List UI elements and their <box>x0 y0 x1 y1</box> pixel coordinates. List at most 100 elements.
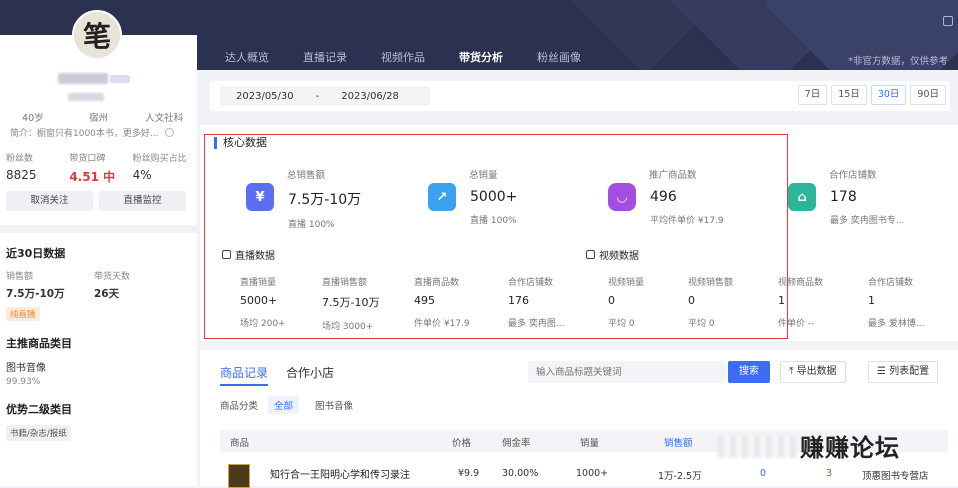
main-tabs: 达人概览 直播记录 视频作品 带货分析 粉丝画像 <box>225 49 615 70</box>
kpi-sub: 直播 100% <box>470 216 517 226</box>
core-title: 核心数据 <box>214 137 267 149</box>
live-monitor-button[interactable]: 直播监控 <box>99 191 186 211</box>
kpi-value: 178 <box>830 189 857 205</box>
tab-live-records[interactable]: 直播记录 <box>303 49 347 70</box>
tab-videos[interactable]: 视频作品 <box>381 49 425 70</box>
live-icon <box>222 250 231 259</box>
unofficial-note: *非官方数据，仅供参考 <box>848 56 948 67</box>
days-label: 带货天数 <box>94 272 131 282</box>
kpi-partner-shops: ⌂ 合作店铺数 178 最多 奕冉图书专... <box>788 167 904 226</box>
video-metric: 视频销售额 0 平均 0 <box>688 275 733 329</box>
avatar[interactable]: 笔 <box>72 10 122 60</box>
export-label: 导出数据 <box>796 366 837 377</box>
date-separator: - <box>315 90 320 102</box>
live-metric: 直播销量 5000+ 场均 200+ <box>240 275 286 329</box>
kpi-sub: 直播 100% <box>288 220 335 230</box>
yen-icon: ¥ <box>246 183 274 211</box>
stat-value: 4.51 中 <box>69 170 116 184</box>
info-icon[interactable] <box>164 128 174 137</box>
tab-partner-shops[interactable]: 合作小店 <box>286 364 334 386</box>
kpi-value: 496 <box>650 189 677 205</box>
date-start: 2023/05/30 <box>236 90 294 102</box>
live-metric: 合作店铺数 176 最多 奕冉图... <box>508 275 564 329</box>
range-15d[interactable]: 15日 <box>831 85 867 105</box>
product-revenue: 1万-2.5万 <box>658 471 702 482</box>
bag-icon: ◡ <box>608 183 636 211</box>
metric-label: 视频销量 <box>608 278 645 288</box>
col-product[interactable]: 商品 <box>230 435 249 449</box>
metric-value: 176 <box>508 294 529 307</box>
metric-label: 直播商品数 <box>414 278 460 288</box>
export-icon: ⤒ <box>789 366 797 377</box>
profile-city: 宿州 <box>89 113 109 124</box>
secondary-category-tag: 书籍/杂志/报纸 <box>6 425 71 441</box>
filter-books[interactable]: 图书音像 <box>309 396 359 414</box>
blurred-tag <box>110 75 130 83</box>
filter-all[interactable]: 全部 <box>268 396 300 414</box>
kpi-sub: 平均件单价 ¥17.9 <box>650 216 724 226</box>
metric-value: 1 <box>868 294 875 307</box>
stat-label: 粉丝数 <box>6 154 34 164</box>
live-metric: 直播商品数 495 件单价 ¥17.9 <box>414 275 470 329</box>
product-commission: 30.00% <box>502 468 539 479</box>
metric-value: 1 <box>778 294 785 307</box>
tab-fans[interactable]: 粉丝画像 <box>537 49 581 70</box>
video-data-heading: 视频数据 <box>586 247 639 262</box>
video-metric: 合作店铺数 1 最多 爱林博... <box>868 275 924 329</box>
list-config-icon: ☰ <box>877 366 890 377</box>
filter-label: 商品分类 <box>220 401 259 412</box>
kpi-label: 总销售额 <box>287 170 326 181</box>
date-range-picker[interactable]: 2023/05/30 - 2023/06/28 <box>220 86 430 106</box>
metric-value: 0 <box>688 294 695 307</box>
watermark-text: 赚赚论坛 <box>800 434 900 462</box>
metric-sub: 最多 奕冉图... <box>508 319 565 329</box>
profile-bio: 简介：橱窗只有1000本书，更多好... <box>10 126 174 139</box>
date-filter-bar: 2023/05/30 - 2023/06/28 7日 15日 30日 90日 <box>210 81 950 111</box>
metric-sub: 件单价 -- <box>778 319 815 329</box>
tab-sales-analysis[interactable]: 带货分析 <box>459 49 503 70</box>
blurred-account-id <box>68 93 104 101</box>
range-7d[interactable]: 7日 <box>797 85 828 105</box>
profile-card: 笔 40岁 宿州 人文社科 简介：橱窗只有1000本书，更多好... 粉丝数 88… <box>0 10 197 225</box>
product-count-a[interactable]: 0 <box>760 468 766 479</box>
col-revenue[interactable]: 销售额 <box>664 435 693 449</box>
grid-icon[interactable] <box>943 16 953 26</box>
live-only-tag: 纯直播 <box>6 307 40 321</box>
unfollow-button[interactable]: 取消关注 <box>6 191 93 211</box>
metric-sub: 件单价 ¥17.9 <box>414 319 470 329</box>
metric-label: 视频销售额 <box>688 278 734 288</box>
product-volume: 1000+ <box>576 468 609 479</box>
metric-value: 7.5万-10万 <box>322 296 380 309</box>
tab-product-records[interactable]: 商品记录 <box>220 364 269 386</box>
kpi-sub: 最多 奕冉图书专... <box>830 216 905 226</box>
stat-label: 带货口碑 <box>69 154 106 164</box>
export-button[interactable]: ⤒ 导出数据 <box>780 361 846 383</box>
range-30d[interactable]: 30日 <box>870 85 907 105</box>
search-button[interactable]: 搜索 <box>728 361 770 383</box>
col-price[interactable]: 价格 <box>452 435 471 449</box>
video-icon <box>586 250 595 259</box>
product-search-input[interactable] <box>528 361 726 383</box>
sales-label: 销售额 <box>6 272 34 282</box>
metric-sub: 最多 爱林博... <box>868 319 925 329</box>
kpi-value: 5000+ <box>470 189 518 205</box>
product-count-b[interactable]: 3 <box>826 468 832 479</box>
trend-icon: ↗ <box>428 183 456 211</box>
col-commission[interactable]: 佣金率 <box>502 435 531 449</box>
profile-category: 人文社科 <box>145 113 184 124</box>
range-90d[interactable]: 90日 <box>910 85 946 105</box>
product-title[interactable]: 知行合一王阳明心学和传习录注 <box>270 466 410 481</box>
video-metric: 视频销量 0 平均 0 <box>608 275 644 329</box>
recent-title: 近30日数据 <box>6 247 66 260</box>
product-thumbnail <box>228 464 250 488</box>
col-volume[interactable]: 销量 <box>580 435 599 449</box>
live-data-title: 直播数据 <box>235 251 275 262</box>
list-config-button[interactable]: ☰ 列表配置 <box>868 361 939 383</box>
main-category-title: 主推商品类目 <box>6 337 72 350</box>
metric-sub: 场均 200+ <box>240 319 286 329</box>
product-shop[interactable]: 顶惠图书专营店 <box>862 468 929 482</box>
core-data-panel: 核心数据 ¥ 总销售额 7.5万-10万 直播 100% ↗ 总销量 5000+ 直播 … <box>200 125 958 341</box>
video-data-title: 视频数据 <box>599 251 639 262</box>
kpi-total-sales: ¥ 总销售额 7.5万-10万 直播 100% <box>246 167 361 230</box>
tab-overview[interactable]: 达人概览 <box>225 49 269 70</box>
